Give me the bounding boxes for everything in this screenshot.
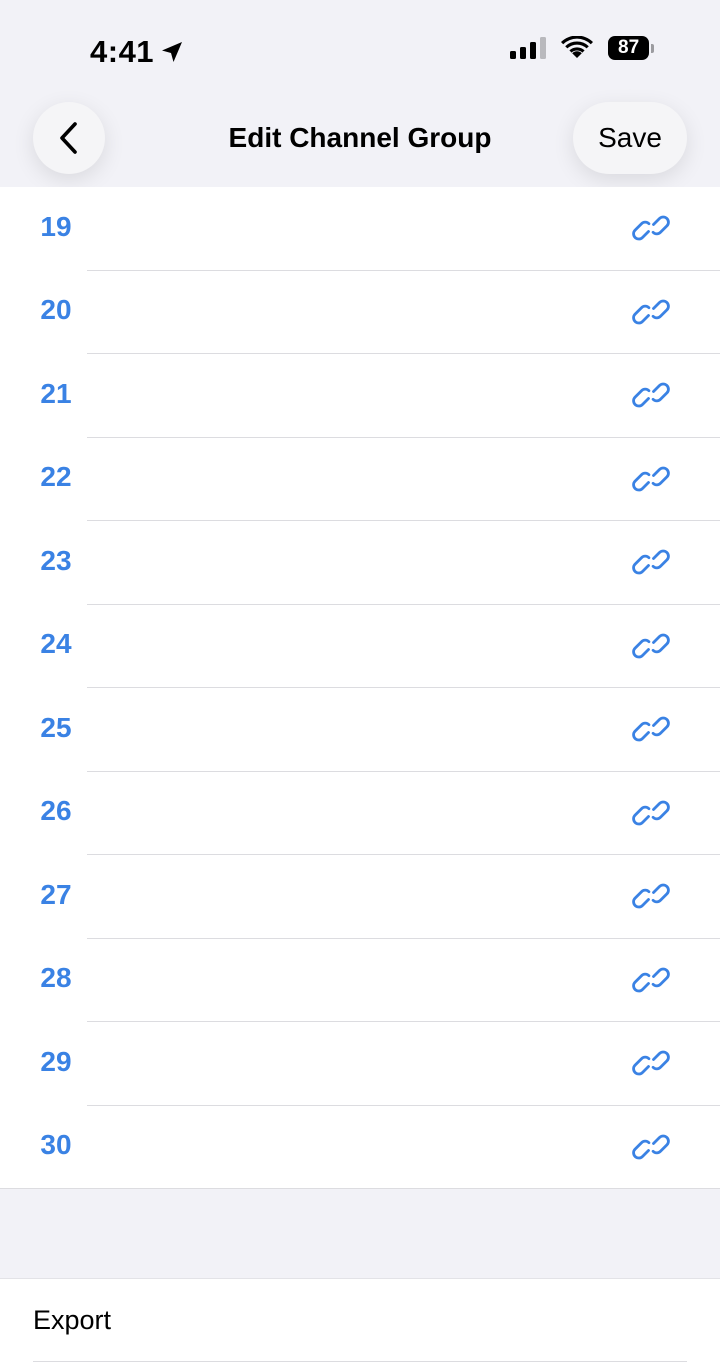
channel-number: 26 <box>40 795 72 827</box>
link-icon[interactable] <box>630 291 672 333</box>
channel-row-27[interactable]: 27 <box>0 855 720 939</box>
link-icon[interactable] <box>630 625 672 667</box>
row-divider <box>0 1188 720 1189</box>
channel-row-20[interactable]: 20 <box>0 271 720 354</box>
export-button[interactable]: Export <box>33 1305 111 1336</box>
channel-row-22[interactable]: 22 <box>0 438 720 521</box>
status-bar: 4:41 87 <box>0 0 720 100</box>
channel-number: 28 <box>40 962 72 994</box>
channel-number: 22 <box>40 461 72 493</box>
export-section: Export <box>0 1278 720 1365</box>
channel-row-24[interactable]: 24 <box>0 605 720 688</box>
link-icon[interactable] <box>630 708 672 750</box>
channel-number: 27 <box>40 878 72 910</box>
link-icon[interactable] <box>630 458 672 500</box>
link-icon[interactable] <box>630 1042 672 1084</box>
channel-number: 30 <box>40 1129 72 1161</box>
channel-number: 29 <box>40 1045 72 1077</box>
channel-row-25[interactable]: 25 <box>0 688 720 772</box>
wifi-icon <box>561 36 593 58</box>
status-indicators: 87 <box>510 36 654 60</box>
channel-row-28[interactable]: 28 <box>0 939 720 1022</box>
link-icon[interactable] <box>630 875 672 917</box>
link-icon[interactable] <box>630 959 672 1001</box>
status-time-label: 4:41 <box>90 34 155 69</box>
channel-row-21[interactable]: 21 <box>0 354 720 438</box>
battery-level: 87 <box>608 36 650 60</box>
channel-number: 21 <box>40 377 72 409</box>
channel-list: 19 20 21 22 23 24 25 26 27 28 29 30 <box>0 187 720 1189</box>
link-icon[interactable] <box>630 207 672 249</box>
channel-number: 25 <box>40 711 72 743</box>
status-time: 4:41 <box>90 34 184 70</box>
link-icon[interactable] <box>630 541 672 583</box>
channel-row-23[interactable]: 23 <box>0 521 720 605</box>
link-icon[interactable] <box>630 792 672 834</box>
channel-row-26[interactable]: 26 <box>0 772 720 855</box>
channel-number: 23 <box>40 544 72 576</box>
channel-row-19[interactable]: 19 <box>0 187 720 271</box>
channel-number: 19 <box>40 210 72 242</box>
save-button[interactable]: Save <box>573 102 687 174</box>
channel-row-29[interactable]: 29 <box>0 1022 720 1106</box>
link-icon[interactable] <box>630 374 672 416</box>
navigation-bar: Edit Channel Group Save <box>0 100 720 190</box>
battery-icon: 87 <box>608 36 654 60</box>
channel-number: 20 <box>40 294 72 326</box>
link-icon[interactable] <box>630 1126 672 1168</box>
channel-number: 24 <box>40 628 72 660</box>
location-arrow-icon <box>162 42 183 62</box>
channel-row-30[interactable]: 30 <box>0 1106 720 1189</box>
export-divider <box>33 1361 687 1362</box>
cellular-signal-icon <box>510 37 546 59</box>
